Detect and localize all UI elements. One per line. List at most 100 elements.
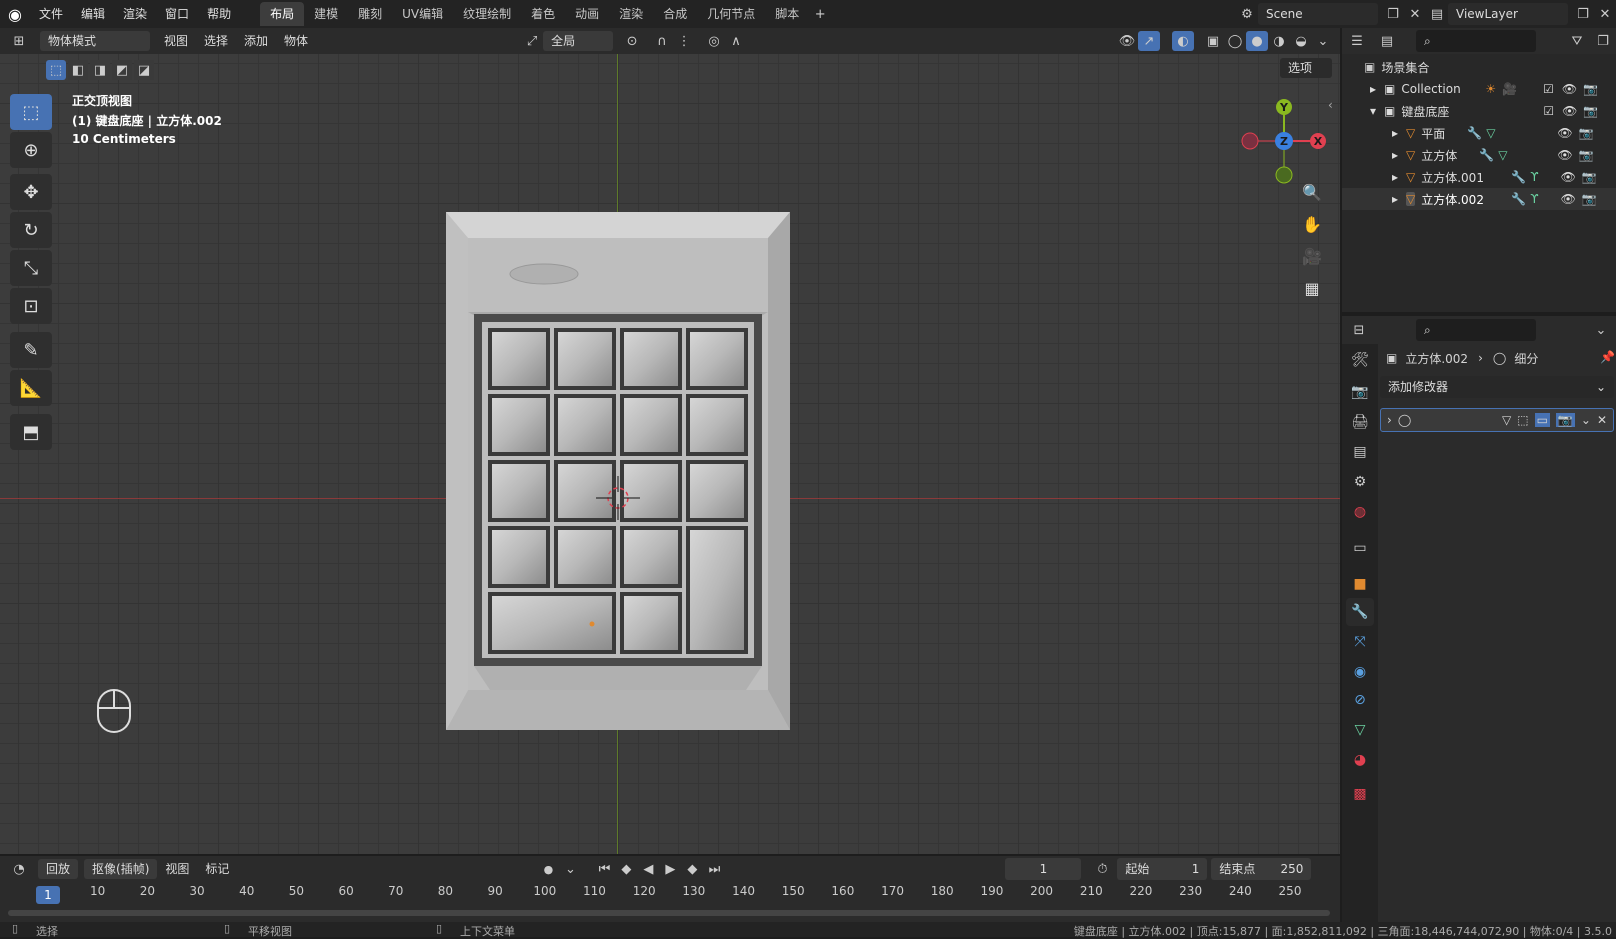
select-intersect-icon[interactable]: ◪ — [134, 60, 154, 80]
outliner-row-cube[interactable]: ▸ ▽ 立方体 🔧 ▽ 👁 📷 — [1342, 144, 1616, 166]
checkbox-icon[interactable]: ☑ — [1543, 82, 1554, 96]
render-camera-icon[interactable]: 📷 — [1579, 148, 1594, 162]
wireframe-shading-icon[interactable]: ◯ — [1224, 31, 1246, 51]
outliner-row-cube-002[interactable]: ▸ ▽ 立方体.002 🔧 ϒ 👁 📷 — [1342, 188, 1616, 210]
world-tab-icon[interactable]: ◍ — [1346, 498, 1374, 526]
rendered-shading-icon[interactable]: ◒ — [1290, 31, 1312, 51]
snap-target-icon[interactable]: ⋮ — [673, 31, 695, 51]
render-tab-icon[interactable]: 📷 — [1346, 378, 1374, 406]
modifier-tab-icon[interactable]: 🔧 — [1346, 598, 1374, 626]
expand-icon[interactable]: ▸ — [1370, 82, 1384, 96]
scene-selector[interactable]: Scene — [1258, 3, 1378, 25]
expand-icon[interactable]: ▸ — [1392, 170, 1406, 184]
new-collection-icon[interactable]: ❐ — [1592, 31, 1614, 51]
new-view-layer-icon[interactable]: ❐ — [1572, 4, 1594, 24]
checkbox-icon[interactable]: ☑ — [1543, 104, 1554, 118]
collection-tab-icon[interactable]: ▭ — [1346, 534, 1374, 562]
menu-window[interactable]: 窗口 — [156, 0, 198, 28]
tab-layout[interactable]: 布局 — [260, 2, 305, 26]
select-extend-icon[interactable]: ◧ — [68, 60, 88, 80]
transform-orientation-selector[interactable]: 全局 — [543, 31, 614, 51]
delete-view-layer-icon[interactable]: ✕ — [1594, 4, 1616, 24]
tab-animation[interactable]: 动画 — [565, 2, 609, 26]
outliner-display-icon[interactable]: ▤ — [1376, 31, 1398, 51]
proportional-edit-icon[interactable]: ◎ — [703, 31, 725, 51]
select-box-tool[interactable]: ⬚ — [10, 94, 52, 130]
pin-icon[interactable]: 📌 — [1600, 350, 1615, 364]
mode-selector[interactable]: 物体模式 — [40, 31, 150, 51]
material-tab-icon[interactable]: ◕ — [1346, 746, 1374, 774]
transform-orientation-icon[interactable]: ⤢ — [521, 31, 543, 51]
outliner-editor-icon[interactable]: ☰ — [1346, 31, 1368, 51]
eye-icon[interactable]: 👁 — [1562, 104, 1577, 118]
tool-tab-icon[interactable]: 🛠 — [1346, 346, 1374, 374]
properties-search[interactable]: ⌕ — [1416, 319, 1536, 341]
physics-tab-icon[interactable]: ◉ — [1346, 658, 1374, 686]
menu-view[interactable]: 视图 — [156, 31, 196, 51]
menu-object[interactable]: 物体 — [276, 31, 316, 51]
render-camera-icon[interactable]: 📷 — [1583, 82, 1598, 96]
realtime-icon[interactable]: ▭ — [1534, 413, 1550, 427]
falloff-icon[interactable]: ∧ — [725, 31, 747, 51]
annotate-tool[interactable]: ✎ — [10, 332, 52, 368]
perspective-grid-icon[interactable]: ▦ — [1298, 274, 1326, 302]
blender-logo-icon[interactable]: ◉ — [0, 4, 30, 24]
transform-tool[interactable]: ⊡ — [10, 288, 52, 324]
add-cube-tool[interactable]: ⬒ — [10, 414, 52, 450]
view-layer-tab-icon[interactable]: ▤ — [1346, 438, 1374, 466]
tab-sculpting[interactable]: 雕刻 — [348, 2, 392, 26]
tab-geometry-nodes[interactable]: 几何节点 — [697, 2, 765, 26]
modifier-panel[interactable]: › ◯ ▽ ⬚ ▭ 📷 ⌄ ✕ — [1380, 408, 1614, 432]
eye-icon[interactable]: 👁 — [1557, 126, 1572, 140]
data-tab-icon[interactable]: ▽ — [1346, 716, 1374, 744]
add-workspace-icon[interactable]: + — [809, 4, 831, 24]
eye-icon[interactable]: 👁 — [1561, 170, 1576, 184]
remove-modifier-icon[interactable]: ✕ — [1597, 413, 1607, 427]
current-frame-indicator[interactable]: 1 — [36, 886, 60, 904]
filter-icon[interactable]: ⛛ — [1566, 31, 1588, 51]
keypad-model[interactable] — [446, 212, 790, 730]
constraints-tab-icon[interactable]: ⊘ — [1346, 686, 1374, 714]
tab-scripting[interactable]: 脚本 — [765, 2, 809, 26]
pivot-icon[interactable]: ⊙ — [621, 31, 643, 51]
measure-tool[interactable]: 📐 — [10, 370, 52, 406]
xray-icon[interactable]: ▣ — [1202, 31, 1224, 51]
render-camera-icon[interactable]: 📷 — [1583, 104, 1598, 118]
options-dropdown[interactable]: 选项 — [1280, 58, 1332, 78]
pan-hand-icon[interactable]: ✋ — [1298, 210, 1326, 238]
tab-compositing[interactable]: 合成 — [653, 2, 697, 26]
menu-add[interactable]: 添加 — [236, 31, 276, 51]
render-camera-icon[interactable]: 📷 — [1579, 126, 1594, 140]
shading-options-icon[interactable]: ⌄ — [1312, 31, 1334, 51]
rotate-tool[interactable]: ↻ — [10, 212, 52, 248]
properties-editor-icon[interactable]: ⊟ — [1348, 320, 1370, 340]
outliner-search[interactable]: ⌕ — [1416, 30, 1536, 52]
properties-options-icon[interactable]: ⌄ — [1590, 320, 1612, 340]
menu-edit[interactable]: 编辑 — [72, 0, 114, 28]
tab-uv-editing[interactable]: UV编辑 — [392, 2, 453, 26]
cursor-tool[interactable]: ⊕ — [10, 132, 52, 168]
texture-tab-icon[interactable]: ▩ — [1346, 780, 1374, 808]
tab-shading[interactable]: 着色 — [521, 2, 565, 26]
outliner-root[interactable]: ▣ 场景集合 — [1342, 56, 1616, 78]
outliner-row-plane[interactable]: ▸ ▽ 平面 🔧 ▽ 👁 📷 — [1342, 122, 1616, 144]
collapse-icon[interactable]: ▾ — [1370, 104, 1384, 118]
select-new-icon[interactable]: ⬚ — [46, 60, 66, 80]
object-tab-icon[interactable]: ■ — [1346, 570, 1374, 598]
overlay-toggle-icon[interactable]: ◐ — [1172, 31, 1194, 51]
add-modifier-dropdown[interactable]: 添加修改器 ⌄ — [1380, 376, 1614, 398]
outliner-row-keyboard-base[interactable]: ▾ ▣ 键盘底座 ☑ 👁 📷 — [1342, 100, 1616, 122]
outliner-row-cube-001[interactable]: ▸ ▽ 立方体.001 🔧 ϒ 👁 📷 — [1342, 166, 1616, 188]
expand-icon[interactable]: ▸ — [1392, 126, 1406, 140]
render-camera-icon[interactable]: 📷 — [1582, 170, 1597, 184]
edit-mode-icon[interactable]: ⬚ — [1517, 413, 1528, 427]
render-camera-icon[interactable]: 📷 — [1582, 192, 1597, 206]
timeline-scrollbar[interactable] — [8, 910, 1330, 916]
snap-icon[interactable]: ∩ — [651, 31, 673, 51]
zoom-icon[interactable]: 🔍 — [1298, 178, 1326, 206]
select-subtract-icon[interactable]: ◨ — [90, 60, 110, 80]
output-tab-icon[interactable]: 🖨 — [1346, 408, 1374, 436]
view-layer-selector[interactable]: ViewLayer — [1448, 3, 1568, 25]
eye-icon[interactable]: 👁 — [1557, 148, 1572, 162]
select-invert-icon[interactable]: ◩ — [112, 60, 132, 80]
